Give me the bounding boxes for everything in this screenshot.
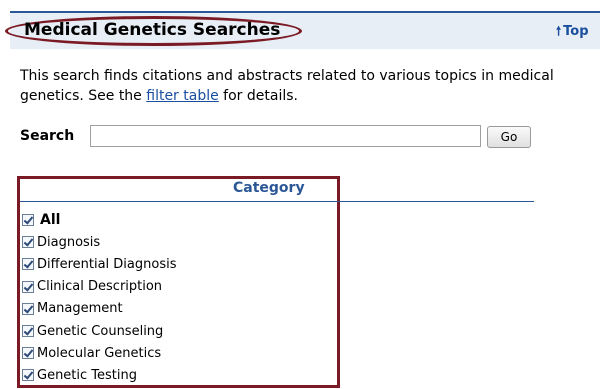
- checkbox-checked-icon[interactable]: [22, 369, 34, 382]
- checkbox-checked-icon[interactable]: [22, 325, 34, 338]
- search-input[interactable]: [90, 125, 481, 147]
- category-item-label: Genetic Counseling: [37, 323, 164, 339]
- category-item-label: Clinical Description: [37, 279, 163, 295]
- checkbox-checked-icon[interactable]: [22, 302, 34, 315]
- checkbox-checked-icon[interactable]: [22, 280, 34, 293]
- description: This search finds citations and abstract…: [20, 66, 595, 106]
- category-item-label: All: [40, 212, 61, 229]
- category-header: Category: [233, 180, 305, 196]
- category-item-genetic-testing[interactable]: Genetic Testing: [22, 364, 176, 386]
- category-item-clinical-description[interactable]: Clinical Description: [22, 276, 176, 298]
- top-link-label: Top: [563, 24, 589, 39]
- checkbox-checked-icon[interactable]: [22, 347, 34, 360]
- filter-table-link[interactable]: filter table: [146, 88, 218, 104]
- category-item-management[interactable]: Management: [22, 298, 176, 320]
- category-item-label: Molecular Genetics: [37, 345, 162, 361]
- category-item-label: Management: [37, 301, 123, 317]
- category-item-diagnosis[interactable]: Diagnosis: [22, 231, 176, 253]
- category-item-all[interactable]: All: [22, 209, 176, 231]
- checkbox-checked-icon[interactable]: [22, 258, 34, 271]
- category-item-label: Genetic Testing: [37, 367, 138, 383]
- top-link[interactable]: 🠕 Top: [556, 22, 589, 43]
- category-item-genetic-counseling[interactable]: Genetic Counseling: [22, 320, 176, 342]
- search-label: Search: [20, 128, 75, 144]
- category-item-differential-diagnosis[interactable]: Differential Diagnosis: [22, 253, 176, 275]
- category-divider: [20, 201, 534, 202]
- checkbox-checked-icon[interactable]: [22, 214, 34, 227]
- category-item-molecular-genetics[interactable]: Molecular Genetics: [22, 342, 176, 364]
- checkbox-checked-icon[interactable]: [22, 236, 34, 249]
- category-item-label: Diagnosis: [37, 234, 101, 250]
- description-text-end: for details.: [218, 88, 298, 104]
- go-button[interactable]: Go: [487, 126, 531, 148]
- category-list: All Diagnosis Differential Diagnosis Cli…: [22, 209, 176, 387]
- up-arrow-icon: 🠕: [556, 24, 562, 38]
- section-title: Medical Genetics Searches: [24, 20, 281, 40]
- category-item-label: Differential Diagnosis: [37, 256, 177, 272]
